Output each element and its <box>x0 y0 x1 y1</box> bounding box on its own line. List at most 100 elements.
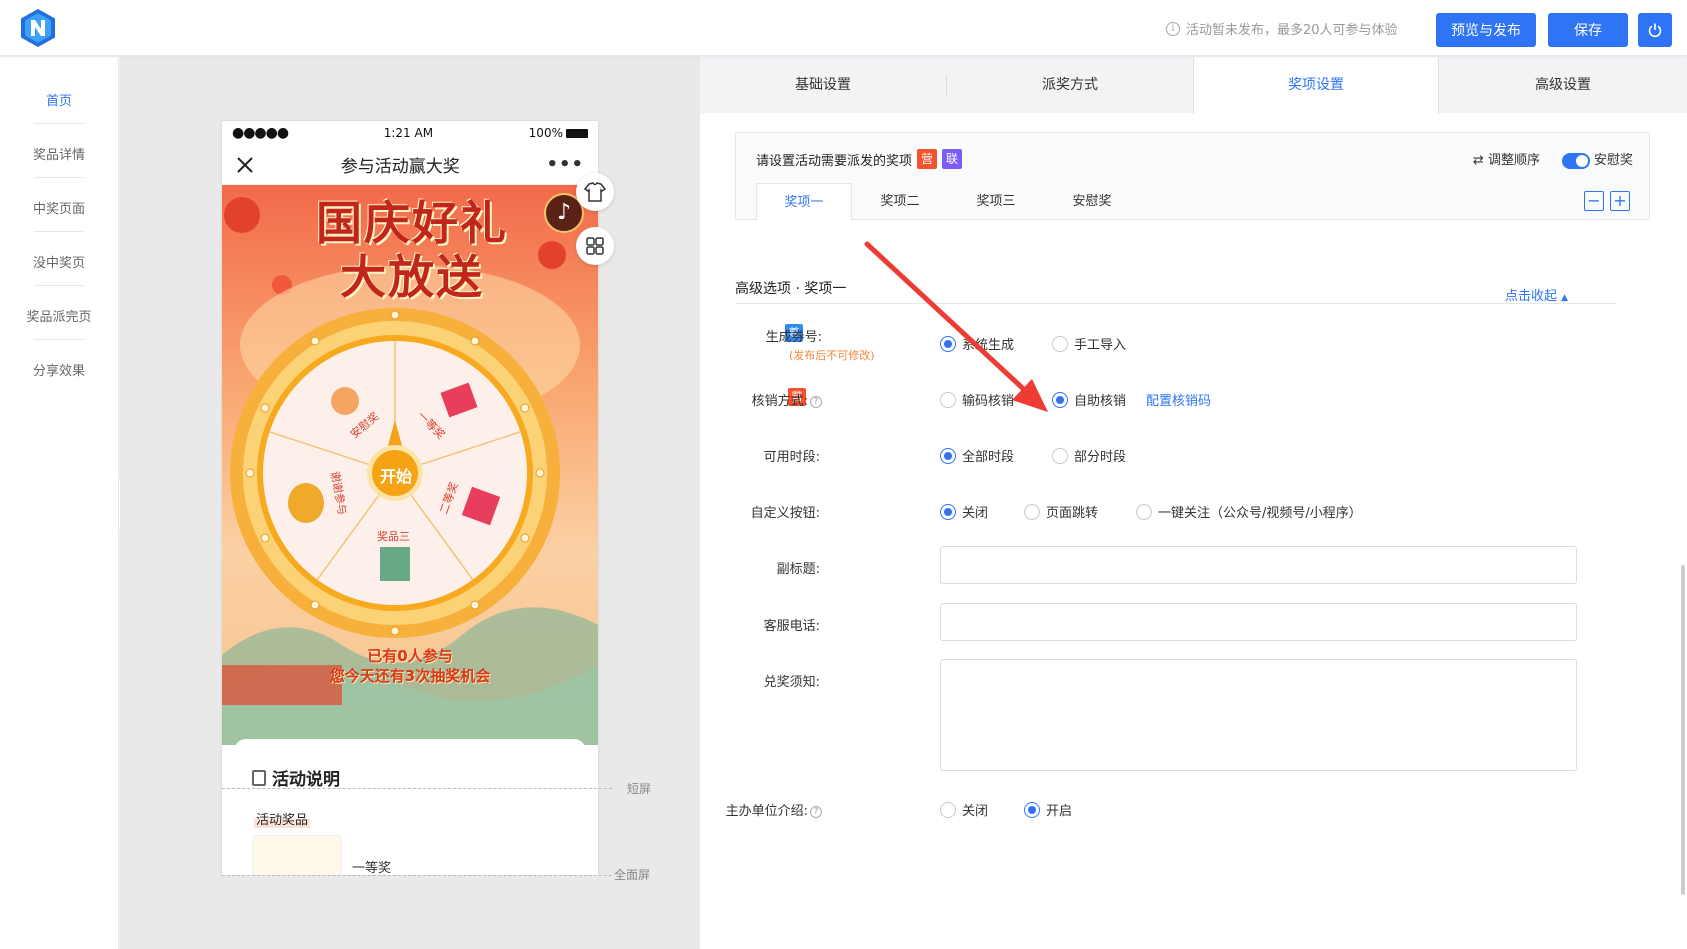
prize-box-actions: ⇄ 调整顺序 安慰奖 <box>1473 149 1633 169</box>
prize-tab-1[interactable]: 奖项一 <box>756 183 852 221</box>
radio-button[interactable] <box>1024 801 1040 818</box>
wheel-start-button[interactable]: 开始 <box>372 463 420 487</box>
nav-divider <box>34 231 84 232</box>
verify-label: 核销方式:? <box>722 390 822 409</box>
subtitle-input[interactable] <box>940 546 1577 584</box>
notice-text: 活动暂未发布，最多20人可参与体验 <box>1186 23 1398 38</box>
nav-item-share[interactable]: 分享效果 <box>0 360 118 379</box>
collapse-section-link[interactable]: 点击收起 ▲ <box>1505 285 1568 304</box>
left-nav: 首页 奖品详情 中奖页面 没中奖页 奖品派完页 分享效果 <box>0 57 119 949</box>
add-prize-button[interactable]: + <box>1610 191 1630 211</box>
radio-button[interactable] <box>940 801 956 818</box>
close-icon[interactable] <box>236 156 254 174</box>
power-button[interactable] <box>1638 13 1672 47</box>
nav-item-win-page[interactable]: 中奖页面 <box>0 198 118 217</box>
caret-up-icon: ▲ <box>1561 293 1569 303</box>
save-button[interactable]: 保存 <box>1548 13 1628 47</box>
nav-divider <box>34 177 84 178</box>
prize-name: 一等奖 <box>352 861 392 876</box>
short-screen-line <box>222 788 612 789</box>
nav-divider <box>34 285 84 286</box>
service-phone-label: 客服电话: <box>763 619 820 634</box>
radio-button[interactable] <box>1052 335 1068 352</box>
prize-box-title: 请设置活动需要派发的奖项 营 联 <box>756 149 963 169</box>
consolation-toggle[interactable]: 安慰奖 <box>1561 149 1633 169</box>
tab-basic-settings[interactable]: 基础设置 <box>700 57 946 113</box>
plus-icon: + <box>1613 191 1627 210</box>
custom-button-option-follow[interactable]: 一键关注（公众号/视频号/小程序） <box>1136 502 1362 521</box>
organizer-label: 主办单位介绍:? <box>722 800 822 819</box>
remaining-chances: 您今天还有3次抽奖机会 <box>329 667 491 685</box>
organizer-option-off[interactable]: 关闭 <box>940 800 988 819</box>
reorder-button[interactable]: ⇄ 调整顺序 <box>1473 149 1540 168</box>
components-button[interactable] <box>576 227 614 265</box>
nav-item-prize-detail[interactable]: 奖品详情 <box>0 144 118 163</box>
tab-advanced-settings[interactable]: 高级设置 <box>1439 57 1687 113</box>
custom-button-option-jump[interactable]: 页面跳转 <box>1024 502 1098 521</box>
battery-text: 100% <box>528 126 563 140</box>
option-label: 关闭 <box>962 804 989 819</box>
subtitle-label: 副标题: <box>776 562 820 577</box>
toggle-switch[interactable] <box>1561 152 1590 169</box>
tab-distribution[interactable]: 派奖方式 <box>947 57 1193 113</box>
service-phone-input[interactable] <box>940 603 1577 641</box>
power-icon <box>1648 23 1662 38</box>
participant-count: 已有0人参与 <box>367 647 453 665</box>
coupon-option-manual[interactable]: 手工导入 <box>1052 334 1126 353</box>
prize-tab-consolation[interactable]: 安慰奖 <box>1044 183 1140 221</box>
verify-label-text: 核销方式: <box>751 394 808 409</box>
consolation-toggle-label: 安慰奖 <box>1593 153 1633 168</box>
radio-button[interactable] <box>1136 503 1152 520</box>
radio-button[interactable] <box>1024 503 1040 520</box>
nav-item-lose-page[interactable]: 没中奖页 <box>0 252 118 271</box>
remove-prize-button[interactable]: − <box>1584 191 1604 211</box>
nav-item-sold-out-page[interactable]: 奖品派完页 <box>0 306 118 325</box>
period-option-all[interactable]: 全部时段 <box>940 446 1014 465</box>
option-label: 一键关注（公众号/视频号/小程序） <box>1158 506 1362 521</box>
prize-tab-2[interactable]: 奖项二 <box>852 183 948 221</box>
full-screen-label: 全面屏 <box>614 868 651 882</box>
reorder-label: 调整顺序 <box>1487 153 1540 169</box>
period-option-partial[interactable]: 部分时段 <box>1052 446 1126 465</box>
scrollbar[interactable] <box>1681 565 1685 895</box>
option-label: 系统生成 <box>962 338 1015 353</box>
phone-page-title: 参与活动赢大奖 <box>340 157 460 177</box>
radio-button[interactable] <box>940 447 956 464</box>
advanced-section-title: 高级选项 · 奖项一 <box>735 281 847 297</box>
option-label: 输码核销 <box>962 394 1015 409</box>
custom-button-label: 自定义按钮: <box>750 506 820 521</box>
phone-time: 1:21 AM <box>383 126 434 140</box>
prize-config-box: 请设置活动需要派发的奖项 营 联 ⇄ 调整顺序 安慰奖 奖项一 奖项二 奖项三 … <box>735 132 1650 221</box>
prize-tab-3[interactable]: 奖项三 <box>948 183 1044 221</box>
radio-button[interactable] <box>940 391 956 408</box>
activity-description-card: 活动说明 活动奖品 一等奖 <box>234 739 586 885</box>
short-screen-label: 短屏 <box>627 782 652 796</box>
redeem-notice-textarea[interactable] <box>940 659 1577 771</box>
verify-option-code[interactable]: 输码核销 <box>940 390 1014 409</box>
radio-button[interactable] <box>940 335 956 352</box>
help-icon[interactable]: ? <box>810 395 822 408</box>
configure-codes-link[interactable]: 配置核销码 <box>1146 390 1211 409</box>
organizer-label-text: 主办单位介绍: <box>725 804 808 819</box>
custom-button-option-off[interactable]: 关闭 <box>940 502 988 521</box>
radio-button[interactable] <box>940 503 956 520</box>
app-logo[interactable] <box>18 8 58 48</box>
top-bar: i 活动暂未发布，最多20人可参与体验 预览与发布 保存 <box>0 0 1687 56</box>
coupon-option-system[interactable]: 系统生成 <box>940 334 1014 353</box>
organizer-option-on[interactable]: 开启 <box>1024 800 1072 819</box>
preview-publish-button[interactable]: 预览与发布 <box>1436 13 1536 47</box>
description-title: 活动说明 <box>272 770 340 790</box>
lottery-poster: 国庆好礼 大放送 ♪ 开始 安慰奖 一等奖 二等奖 奖品三 谢谢参与 已有0人参… <box>222 185 598 745</box>
help-icon[interactable]: ? <box>810 805 822 818</box>
preview-bottom-mask <box>222 875 598 949</box>
more-icon[interactable]: ••• <box>546 154 584 175</box>
theme-button[interactable] <box>576 173 614 211</box>
tab-prize-settings[interactable]: 奖项设置 <box>1193 57 1439 114</box>
radio-button[interactable] <box>1052 447 1068 464</box>
verify-option-self[interactable]: 自助核销 <box>1052 390 1126 409</box>
nav-item-home[interactable]: 首页 <box>0 90 118 109</box>
radio-button[interactable] <box>1052 391 1068 408</box>
period-label: 可用时段: <box>763 450 820 465</box>
prizes-tag: 活动奖品 <box>254 809 311 828</box>
option-label: 页面跳转 <box>1046 506 1099 521</box>
